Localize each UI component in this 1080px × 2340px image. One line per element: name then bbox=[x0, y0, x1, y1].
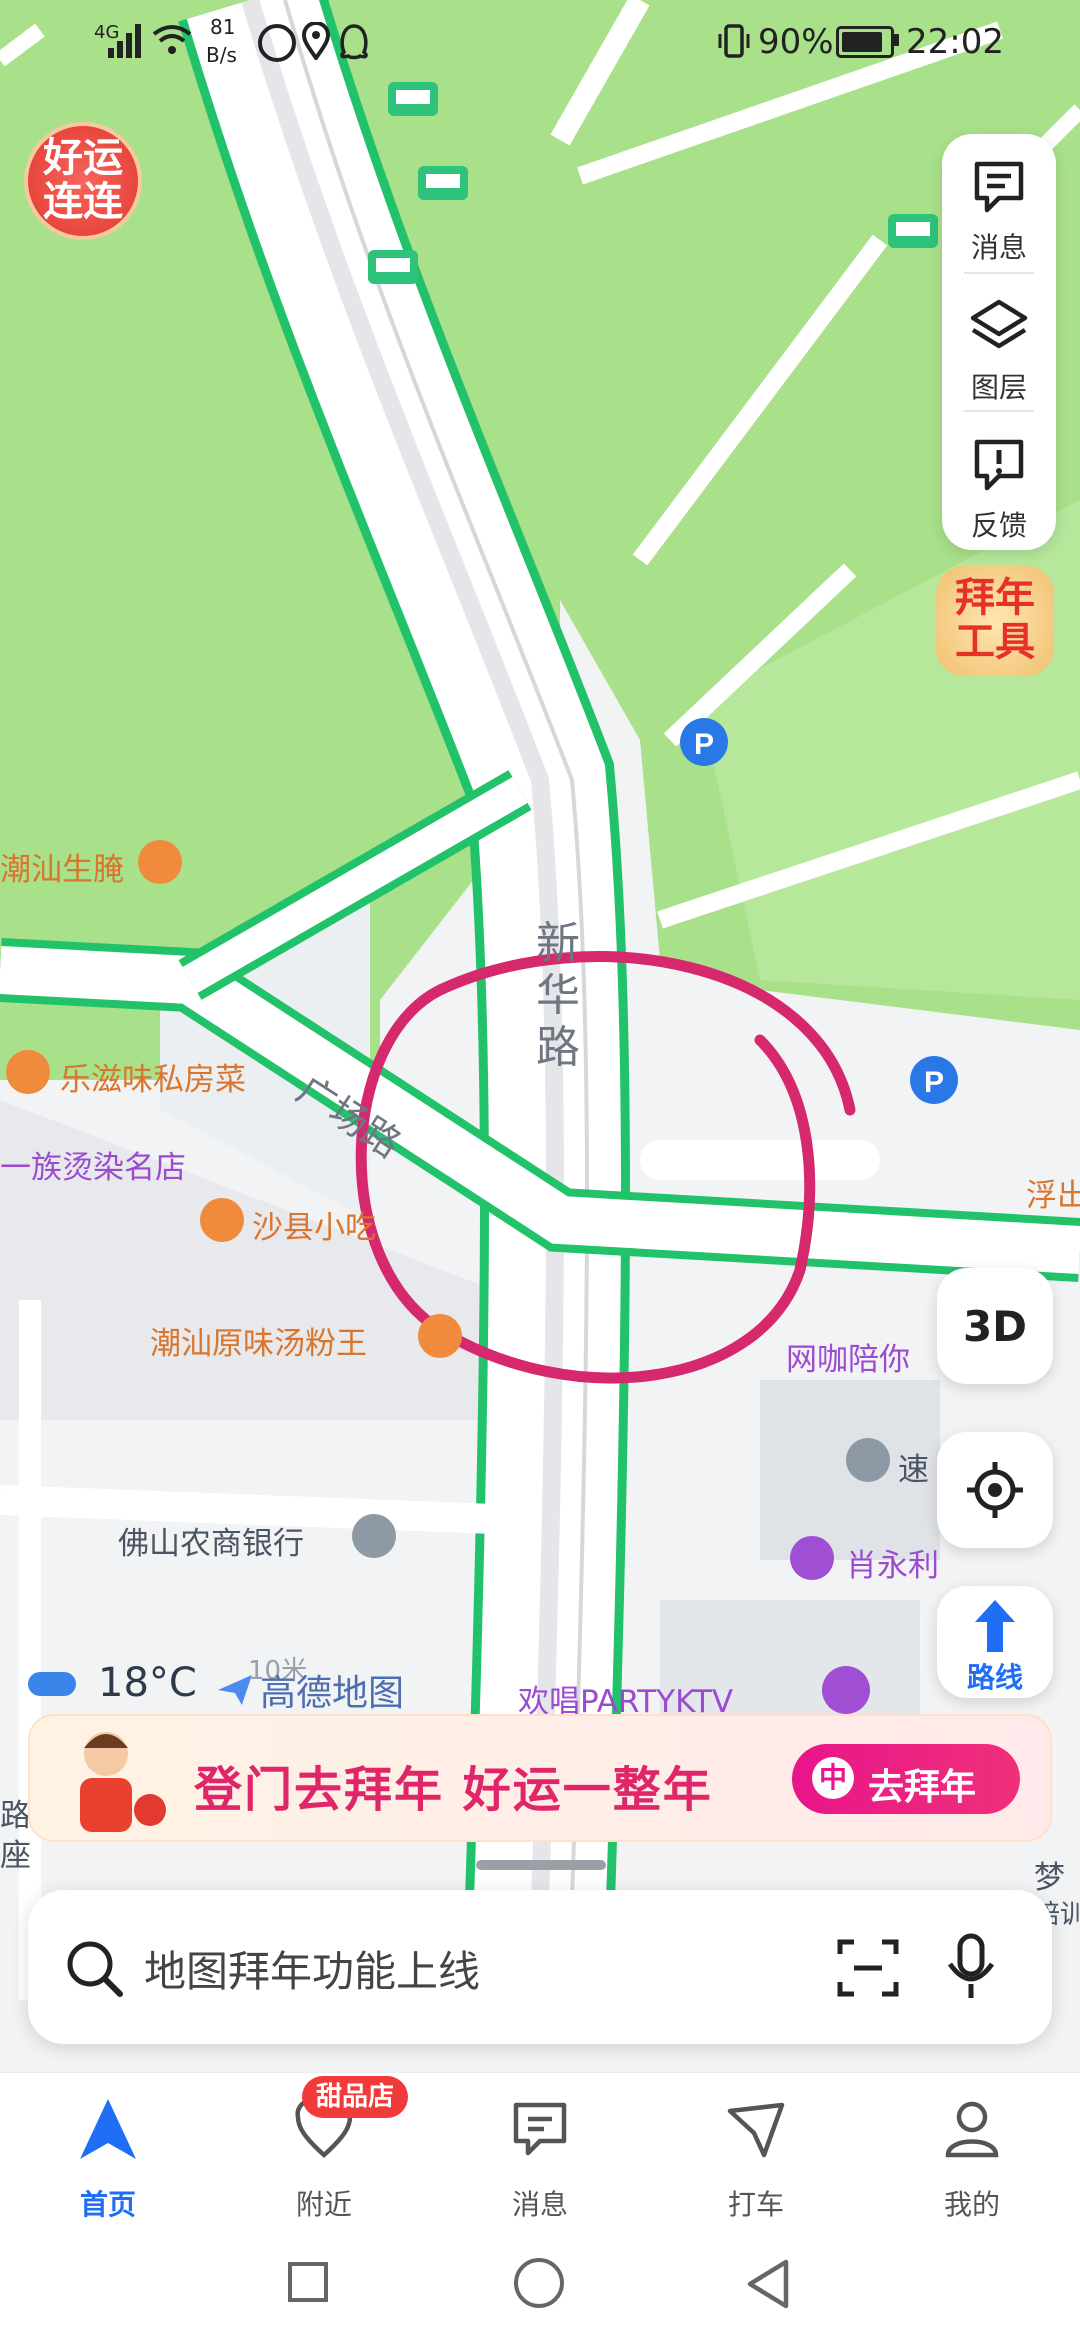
svg-text:P: P bbox=[924, 1066, 944, 1099]
poi-label[interactable]: 沙县小吃 bbox=[252, 1202, 376, 1247]
poi-icon bbox=[846, 1438, 890, 1482]
banner-text: 登门去拜年 好运一整年 bbox=[194, 1762, 713, 1818]
poi-icon bbox=[790, 1536, 834, 1580]
poi-label[interactable]: 肖永利 bbox=[846, 1540, 939, 1585]
scan-icon[interactable] bbox=[836, 1936, 900, 2000]
tab-home[interactable]: 首页 bbox=[38, 2073, 178, 2231]
taxi-icon bbox=[727, 2102, 785, 2158]
poi-label[interactable]: 佛山农商银行 bbox=[118, 1518, 304, 1563]
route-label: 路线 bbox=[966, 1661, 1023, 1694]
system-nav-bar bbox=[0, 2230, 1080, 2340]
poi-icon bbox=[6, 1050, 50, 1094]
poi-label[interactable]: 梦 bbox=[1034, 1852, 1065, 1897]
promo-banner[interactable]: 登门去拜年 好运一整年 中 去拜年 bbox=[28, 1714, 1052, 1842]
search-icon bbox=[67, 1941, 123, 1997]
poi-label[interactable]: 速 bbox=[898, 1444, 929, 1489]
bus-stop-icon bbox=[888, 214, 938, 248]
microphone-icon[interactable] bbox=[946, 1932, 996, 2002]
alarm-icon bbox=[258, 24, 296, 62]
messages-label: 消息 bbox=[970, 231, 1027, 264]
search-placeholder: 地图拜年功能上线 bbox=[144, 1947, 481, 1996]
wifi-icon bbox=[152, 25, 192, 54]
layers-label: 图层 bbox=[970, 371, 1027, 404]
bus-stop-icon bbox=[368, 250, 418, 284]
feedback-label: 反馈 bbox=[970, 509, 1027, 542]
poi-label[interactable]: 座 bbox=[0, 1830, 31, 1875]
status-bar: 4G 81 B/s 90% 22:02 bbox=[0, 0, 1080, 84]
temperature: 18°C bbox=[98, 1660, 197, 1706]
brand-logo-icon bbox=[218, 1675, 252, 1705]
nearby-badge: 甜品店 bbox=[302, 2076, 409, 2118]
locate-icon bbox=[967, 1462, 1023, 1518]
navigate-icon bbox=[80, 2099, 136, 2159]
poi-label[interactable]: 网咖陪你 bbox=[786, 1334, 910, 1379]
recent-apps-button[interactable] bbox=[288, 2262, 328, 2302]
map-brand: 高德地图 bbox=[218, 1664, 404, 1716]
feedback-icon bbox=[974, 439, 1024, 491]
promo-badge-good-luck[interactable]: 好运连连 bbox=[24, 122, 142, 240]
signal-icon bbox=[108, 24, 141, 58]
layers-button[interactable]: 图层 bbox=[942, 274, 1056, 410]
poi-icon bbox=[138, 840, 182, 884]
lantern-icon: 中 bbox=[812, 1757, 854, 1799]
route-arrow-icon bbox=[975, 1600, 1015, 1652]
drag-handle[interactable] bbox=[476, 1860, 606, 1870]
layers-icon bbox=[970, 299, 1028, 349]
tab-messages[interactable]: 消息 bbox=[470, 2073, 610, 2231]
parking-pin: P bbox=[680, 718, 728, 766]
profile-icon bbox=[945, 2101, 999, 2158]
vibrate-icon bbox=[718, 24, 750, 58]
clock: 22:02 bbox=[906, 22, 1004, 62]
cloud-icon bbox=[28, 1672, 76, 1696]
view-3d-button[interactable]: 3D bbox=[937, 1268, 1053, 1384]
bus-stop-icon bbox=[418, 166, 468, 200]
poi-label[interactable]: 潮汕原味汤粉王 bbox=[150, 1318, 367, 1363]
battery-icon bbox=[836, 26, 894, 58]
locate-button[interactable] bbox=[937, 1432, 1053, 1548]
home-button[interactable] bbox=[514, 2258, 564, 2308]
poi-icon bbox=[418, 1314, 462, 1358]
parking-pin: P bbox=[910, 1056, 958, 1104]
go-new-year-button[interactable]: 中 去拜年 bbox=[792, 1744, 1020, 1814]
road-label-main: 新华路 bbox=[536, 918, 580, 1073]
tab-taxi[interactable]: 打车 bbox=[686, 2073, 826, 2231]
net-speed-value: 81 bbox=[210, 15, 236, 39]
poi-label[interactable]: 潮汕生腌 bbox=[0, 844, 124, 889]
svg-text:P: P bbox=[694, 728, 714, 761]
feedback-button[interactable]: 反馈 bbox=[942, 412, 1056, 548]
location-icon bbox=[302, 22, 330, 60]
message-icon bbox=[974, 161, 1024, 213]
messages-button[interactable]: 消息 bbox=[942, 134, 1056, 270]
poi-label[interactable]: 乐滋味私房菜 bbox=[60, 1054, 246, 1099]
battery-percent: 90% bbox=[758, 22, 834, 62]
search-bar[interactable]: 地图拜年功能上线 bbox=[28, 1890, 1052, 2044]
qq-icon bbox=[340, 24, 368, 60]
poi-icon bbox=[352, 1514, 396, 1558]
mascot-icon bbox=[80, 1732, 166, 1832]
back-button[interactable] bbox=[744, 2258, 792, 2310]
message-icon bbox=[513, 2102, 567, 2156]
poi-label[interactable]: 浮出 bbox=[1026, 1170, 1080, 1215]
map-tools-panel: 消息 图层 反馈 bbox=[942, 134, 1056, 550]
promo-badge-new-year-tool[interactable]: 拜年工具 bbox=[936, 566, 1054, 676]
route-button[interactable]: 路线 bbox=[937, 1586, 1053, 1698]
tab-profile[interactable]: 我的 bbox=[902, 2073, 1042, 2231]
tab-bar: 首页 附近 消息 打车 我的 bbox=[0, 2072, 1080, 2231]
poi-icon bbox=[822, 1666, 870, 1714]
poi-label[interactable]: 路 bbox=[0, 1790, 31, 1835]
bus-stop-icon bbox=[388, 82, 438, 116]
poi-label[interactable]: 一族烫染名店 bbox=[0, 1142, 186, 1187]
net-speed-unit: B/s bbox=[206, 43, 237, 67]
poi-icon bbox=[200, 1198, 244, 1242]
